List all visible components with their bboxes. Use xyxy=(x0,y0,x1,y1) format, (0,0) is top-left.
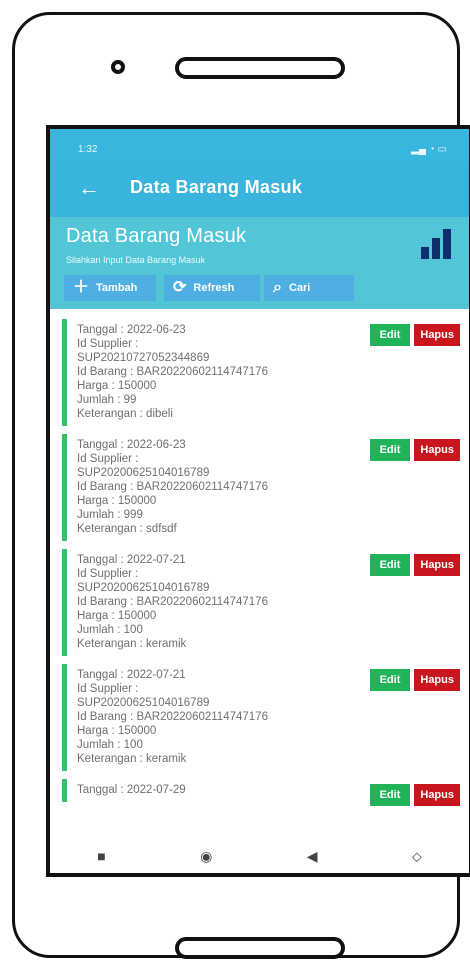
item-barang: Id Barang : BAR20220602114747176 xyxy=(77,596,268,608)
hapus-button[interactable]: Hapus xyxy=(414,324,460,346)
phone-frame: 1:32 ▂▄ ◔ ▭ ← Data Barang Masuk Data Bar… xyxy=(12,12,470,959)
item-supplier-id: SUP20200625104016789 xyxy=(77,697,210,709)
app-screen: 1:32 ▂▄ ◔ ▭ ← Data Barang Masuk Data Bar… xyxy=(46,125,470,877)
item-harga: Harga : 150000 xyxy=(77,725,157,737)
hapus-button[interactable]: Hapus xyxy=(414,439,460,461)
app-bar: ← Data Barang Masuk xyxy=(50,165,469,217)
item-keterangan: Keterangan : dibeli xyxy=(77,408,173,420)
item-jumlah: Jumlah : 99 xyxy=(77,394,137,406)
list-item: Edit Hapus Tanggal : 2022-06-23 Id Suppl… xyxy=(62,434,464,541)
hero-subtitle: Silahkan Input Data Barang Masuk xyxy=(66,255,206,265)
refresh-icon: ⟳ xyxy=(173,279,187,296)
back-arrow-icon[interactable]: ← xyxy=(78,175,100,201)
refresh-label: Refresh xyxy=(193,282,235,294)
item-harga: Harga : 150000 xyxy=(77,495,157,507)
bar-chart-icon xyxy=(421,227,455,259)
item-jumlah: Jumlah : 999 xyxy=(77,509,143,521)
hapus-button[interactable]: Hapus xyxy=(414,554,460,576)
item-harga: Harga : 150000 xyxy=(77,610,157,622)
list-item: Edit Hapus Tanggal : 2022-07-21 Id Suppl… xyxy=(62,664,464,771)
list-item: Edit Hapus Tanggal : 2022-07-21 Id Suppl… xyxy=(62,549,464,656)
android-nav-bar: ■ ◉ ◀ ⬦ xyxy=(50,839,469,873)
status-right-icons: ▂▄ ◔ ▭ xyxy=(411,144,447,155)
hapus-button[interactable]: Hapus xyxy=(414,669,460,691)
cari-button[interactable]: ⌕ Cari xyxy=(264,275,354,301)
item-barang: Id Barang : BAR20220602114747176 xyxy=(77,711,268,723)
tambah-label: Tambah xyxy=(96,282,138,294)
edit-button[interactable]: Edit xyxy=(369,669,411,691)
item-keterangan: Keterangan : keramik xyxy=(77,638,187,650)
item-barang: Id Barang : BAR20220602114747176 xyxy=(77,366,268,378)
search-icon: ⌕ xyxy=(273,279,282,296)
speaker-slot xyxy=(175,57,345,79)
item-supplier-id: SUP20200625104016789 xyxy=(77,467,210,479)
edit-button[interactable]: Edit xyxy=(369,324,411,346)
more-icon[interactable]: ⬦ xyxy=(412,848,422,865)
item-harga: Harga : 150000 xyxy=(77,380,157,392)
status-time: 1:32 xyxy=(78,144,98,155)
home-indicator xyxy=(175,937,345,959)
edit-button[interactable]: Edit xyxy=(369,439,411,461)
cari-label: Cari xyxy=(288,282,311,294)
item-barang: Id Barang : BAR20220602114747176 xyxy=(77,481,268,493)
item-jumlah: Jumlah : 100 xyxy=(77,739,143,751)
list-item: Edit Hapus Tanggal : 2022-06-23 Id Suppl… xyxy=(62,319,464,426)
plus-icon: ＋ xyxy=(73,279,90,296)
item-supplier-id: SUP20200625104016789 xyxy=(77,582,210,594)
list-item: Edit Hapus Tanggal : 2022-07-29 xyxy=(62,779,464,806)
page-title: Data Barang Masuk xyxy=(130,177,303,197)
recent-apps-icon[interactable]: ■ xyxy=(97,848,105,864)
back-icon[interactable]: ◀ xyxy=(307,848,318,865)
data-list: Edit Hapus Tanggal : 2022-06-23 Id Suppl… xyxy=(62,319,464,810)
tambah-button[interactable]: ＋ Tambah xyxy=(64,275,156,301)
home-icon[interactable]: ◉ xyxy=(200,848,212,865)
item-supplier-id: SUP20210727052344869 xyxy=(77,352,210,364)
camera-icon xyxy=(111,60,125,74)
item-keterangan: Keterangan : keramik xyxy=(77,753,187,765)
hero-title: Data Barang Masuk xyxy=(66,225,247,247)
hero-panel: Data Barang Masuk Silahkan Input Data Ba… xyxy=(50,217,469,309)
edit-button[interactable]: Edit xyxy=(369,784,411,806)
item-jumlah: Jumlah : 100 xyxy=(77,624,143,636)
refresh-button[interactable]: ⟳ Refresh xyxy=(164,275,260,301)
hapus-button[interactable]: Hapus xyxy=(414,784,460,806)
item-keterangan: Keterangan : sdfsdf xyxy=(77,523,177,535)
edit-button[interactable]: Edit xyxy=(369,554,411,576)
